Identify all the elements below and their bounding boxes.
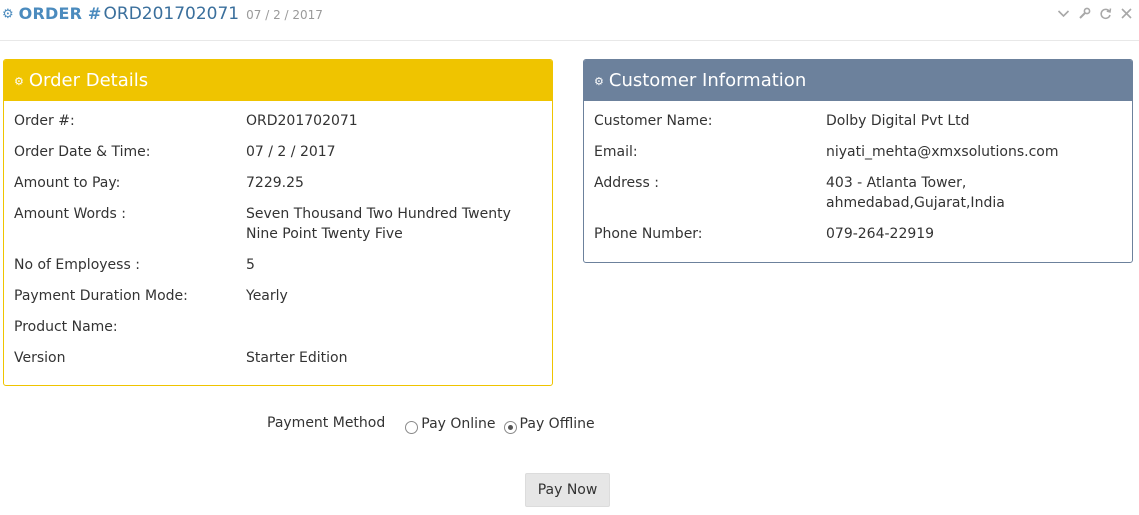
field-value: Yearly bbox=[246, 288, 288, 304]
customer-info-panel: ⚙ Customer Information Customer Name: Do… bbox=[583, 59, 1133, 263]
pay-online-label: Pay Online bbox=[421, 416, 496, 432]
field-value: Seven Thousand Two Hundred Twenty Nine P… bbox=[246, 206, 511, 242]
order-date: 07 / 2 / 2017 bbox=[246, 8, 323, 22]
field-label: Amount to Pay: bbox=[14, 175, 121, 191]
product-name-row: Product Name: bbox=[14, 317, 542, 337]
address-row: Address : 403 - Atlanta Tower, ahmedabad… bbox=[594, 173, 1122, 213]
pay-online-option[interactable]: Pay Online bbox=[405, 416, 496, 434]
field-label: Order Date & Time: bbox=[14, 144, 151, 160]
field-label: Product Name: bbox=[14, 319, 118, 335]
page-title: ⚙ ORDER # ORD201702071 07 / 2 / 2017 bbox=[2, 4, 323, 26]
pay-online-radio[interactable] bbox=[405, 420, 419, 434]
amount-words-row: Amount Words : Seven Thousand Two Hundre… bbox=[14, 204, 542, 244]
field-label: Phone Number: bbox=[594, 226, 703, 242]
field-value: Dolby Digital Pvt Ltd bbox=[826, 113, 970, 129]
field-value: 079-264-22919 bbox=[826, 226, 935, 242]
payment-method-label: Payment Method bbox=[267, 415, 386, 431]
amount-row: Amount to Pay: 7229.25 bbox=[14, 173, 542, 193]
cogs-icon: ⚙ bbox=[2, 7, 14, 22]
field-value: 7229.25 bbox=[246, 175, 304, 191]
customer-name-row: Customer Name: Dolby Digital Pvt Ltd bbox=[594, 111, 1122, 131]
refresh-icon[interactable] bbox=[1098, 6, 1113, 21]
order-details-header: ⚙ Order Details bbox=[4, 60, 552, 101]
pay-now-button[interactable]: Pay Now bbox=[525, 473, 610, 507]
email-row: Email: niyati_mehta@xmxsolutions.com bbox=[594, 142, 1122, 162]
cogs-icon: ⚙ bbox=[14, 75, 24, 88]
page-header: ⚙ ORDER # ORD201702071 07 / 2 / 2017 bbox=[0, 0, 1139, 41]
employees-row: No of Employess : 5 bbox=[14, 255, 542, 275]
order-id: ORD201702071 bbox=[103, 4, 240, 24]
duration-mode-row: Payment Duration Mode: Yearly bbox=[14, 286, 542, 306]
wrench-icon[interactable] bbox=[1077, 6, 1092, 21]
field-label: Order #: bbox=[14, 113, 75, 129]
field-value bbox=[246, 317, 542, 337]
pay-offline-radio[interactable] bbox=[503, 420, 517, 434]
payment-method: Payment Method Pay Online Pay Offline bbox=[267, 412, 603, 436]
field-label: Email: bbox=[594, 144, 638, 160]
field-value: niyati_mehta@xmxsolutions.com bbox=[826, 144, 1059, 160]
header-tools bbox=[1056, 6, 1134, 21]
field-value: 403 - Atlanta Tower, ahmedabad,Gujarat,I… bbox=[826, 175, 1005, 211]
title-prefix: ORDER # bbox=[18, 4, 102, 23]
customer-info-title: Customer Information bbox=[608, 70, 807, 91]
field-value: 5 bbox=[246, 257, 255, 273]
field-value: Starter Edition bbox=[246, 350, 348, 366]
order-date-row: Order Date & Time: 07 / 2 / 2017 bbox=[14, 142, 542, 162]
phone-row: Phone Number: 079-264-22919 bbox=[594, 224, 1122, 244]
order-details-panel: ⚙ Order Details Order #: ORD201702071 Or… bbox=[3, 59, 553, 386]
field-label: Customer Name: bbox=[594, 113, 713, 129]
order-details-title: Order Details bbox=[28, 70, 149, 91]
field-value: 07 / 2 / 2017 bbox=[246, 144, 336, 160]
field-label: Payment Duration Mode: bbox=[14, 288, 188, 304]
chevron-down-icon[interactable] bbox=[1056, 6, 1071, 21]
pay-offline-label: Pay Offline bbox=[519, 416, 595, 432]
version-row: Version Starter Edition bbox=[14, 348, 542, 368]
field-value: ORD201702071 bbox=[246, 113, 358, 129]
field-label: Amount Words : bbox=[14, 206, 126, 222]
close-icon[interactable] bbox=[1119, 6, 1134, 21]
field-label: Version bbox=[14, 350, 66, 366]
field-label: No of Employess : bbox=[14, 257, 140, 273]
pay-offline-option[interactable]: Pay Offline bbox=[503, 416, 595, 434]
order-number-row: Order #: ORD201702071 bbox=[14, 111, 542, 131]
field-label: Address : bbox=[594, 175, 659, 191]
customer-info-header: ⚙ Customer Information bbox=[584, 60, 1132, 101]
cogs-icon: ⚙ bbox=[594, 75, 604, 88]
